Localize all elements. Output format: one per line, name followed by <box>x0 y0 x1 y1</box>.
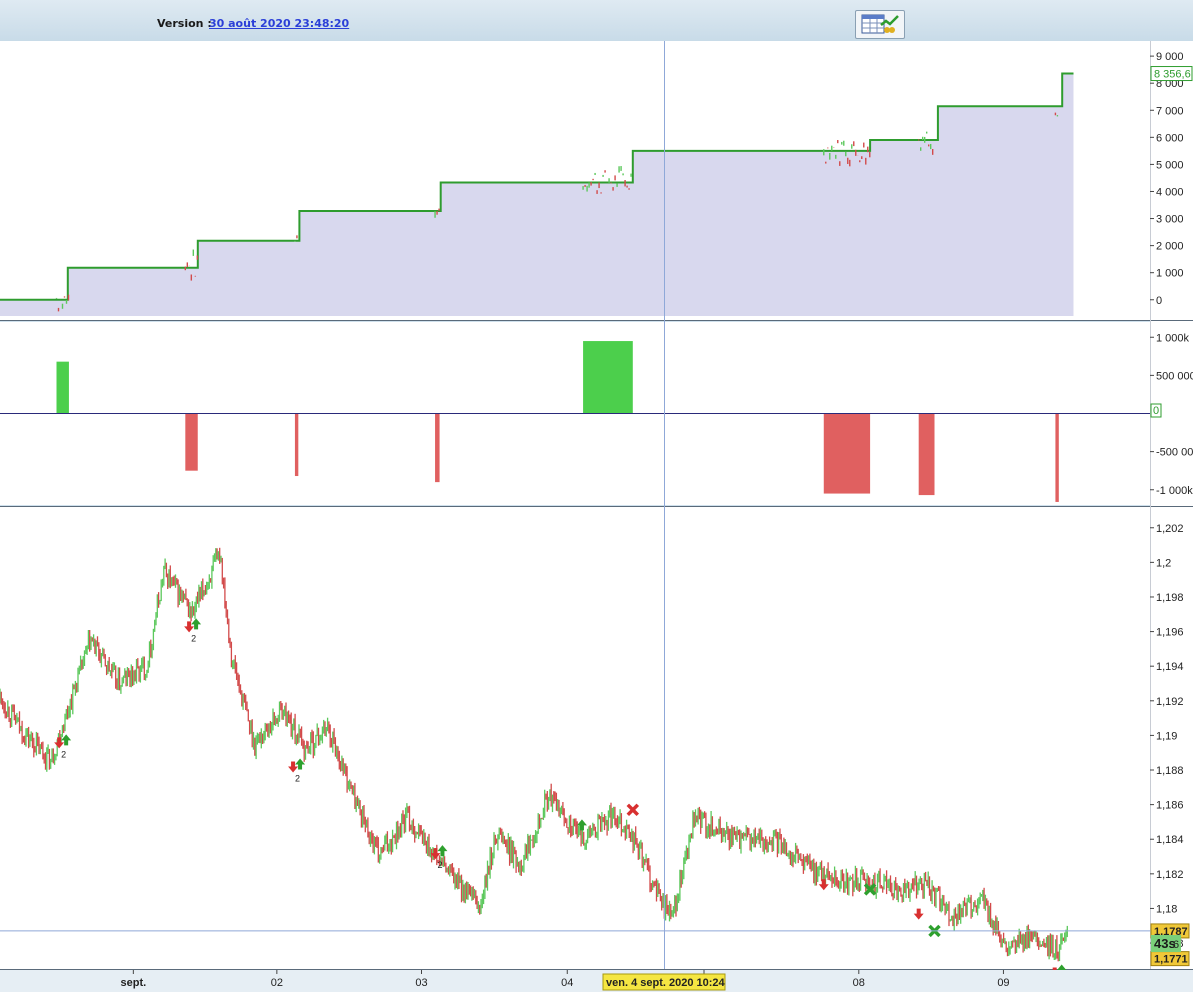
spreadsheet-chart-icon <box>861 14 899 34</box>
equity-axis-label: 6 000 <box>1156 132 1184 144</box>
equity-axis-label: 2 000 <box>1156 241 1184 253</box>
window-header: Version : 30 août 2020 23:48:20 <box>0 0 1193 42</box>
equity-axis-label: 4 000 <box>1156 186 1184 198</box>
price-axis-label: 1,184 <box>1156 834 1184 846</box>
countdown-suffix: 6 <box>1173 939 1179 951</box>
version-label: Version : <box>157 17 212 30</box>
signal-count: 2 <box>61 749 66 759</box>
signal-count: 2 <box>437 860 442 870</box>
position-axis-label: 1 000k <box>1156 332 1190 344</box>
time-label: 03 <box>415 977 427 989</box>
price-axis-label: 1,186 <box>1156 800 1184 812</box>
price-axis-label: 1,202 <box>1156 523 1184 535</box>
position-bar <box>583 341 633 414</box>
price-axis-label: 1,192 <box>1156 696 1184 708</box>
position-bar <box>56 361 69 414</box>
equity-axis-label: 9 000 <box>1156 51 1184 63</box>
spreadsheet-chart-button[interactable] <box>855 10 905 39</box>
position-bar <box>918 413 935 496</box>
price-axis-label: 1,2 <box>1156 557 1171 569</box>
equity-value-text: 8 356,6 <box>1154 69 1191 81</box>
cursor-time-text: ven. 4 sept. 2020 10:24 <box>606 977 726 989</box>
position-zero-text: 0 <box>1153 405 1159 417</box>
time-label: 08 <box>853 977 865 989</box>
price-axis-label: 1,188 <box>1156 765 1184 777</box>
signal-count: 2 <box>295 774 300 784</box>
position-axis-label: -500 000 <box>1156 447 1193 459</box>
price-label-last-text: 1,1771 <box>1154 954 1188 966</box>
price-axis-label: 1,19 <box>1156 730 1177 742</box>
equity-axis-label: 1 000 <box>1156 268 1184 280</box>
price-axis-label: 1,194 <box>1156 661 1184 673</box>
time-label: 09 <box>997 977 1009 989</box>
signal-count: 2 <box>191 633 196 643</box>
price-axis-label: 1,196 <box>1156 627 1184 639</box>
time-label: 04 <box>561 977 573 989</box>
equity-axis-label: 3 000 <box>1156 214 1184 226</box>
price-axis-label: 1,182 <box>1156 869 1184 881</box>
position-bar <box>435 413 440 483</box>
position-bar <box>1055 413 1059 502</box>
position-bar <box>823 413 871 494</box>
equity-axis-label: 5 000 <box>1156 159 1184 171</box>
price-axis-column <box>1150 41 1193 969</box>
trading-chart[interactable]: 22222 01 0002 0003 0004 0005 0006 0007 0… <box>0 41 1193 992</box>
version-date-link[interactable]: 30 août 2020 23:48:20 <box>209 17 349 30</box>
position-bar <box>294 413 299 477</box>
price-axis-label: 1,198 <box>1156 592 1184 604</box>
position-axis-label: 500 000 <box>1156 370 1193 382</box>
price-axis-label: 1,18 <box>1156 903 1177 915</box>
time-label: 02 <box>271 977 283 989</box>
position-axis-label: -1 000k <box>1156 485 1193 497</box>
time-label: sept. <box>120 977 146 989</box>
position-bar <box>185 413 198 471</box>
equity-axis-label: 7 000 <box>1156 105 1184 117</box>
equity-axis-label: 0 <box>1156 295 1162 307</box>
time-axis <box>0 970 1193 992</box>
